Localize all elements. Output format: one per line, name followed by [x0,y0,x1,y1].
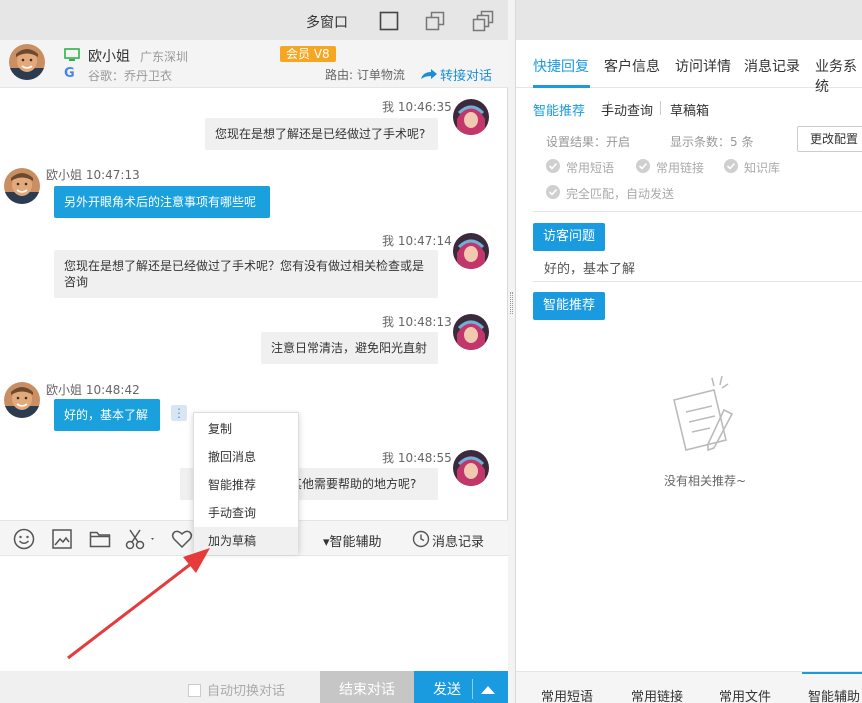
visitor-question-text: 好的，基本了解 [544,262,636,277]
check-icon[interactable] [546,159,560,173]
menu-item-recall[interactable]: 撤回消息 [194,443,298,471]
customer-header: 欧小姐 广东深圳 G 谷歌：乔丹卫衣 会员 V8 路由: 订单物流 转接对话 [0,40,508,88]
customer-source: 谷歌：乔丹卫衣 [88,69,173,83]
desktop-icon [64,48,80,62]
active-tab-indicator [533,85,590,88]
side-panel-titlebar [516,0,862,40]
end-chat-button[interactable]: 结束对话 [320,671,414,703]
customer-avatar [4,168,40,204]
more-options-icon[interactable]: ⋮ [171,405,187,421]
maximize-icon[interactable] [378,10,400,32]
context-menu: 复制 撤回消息 智能推荐 手动查询 加为草稿 [193,412,299,555]
customer-location: 广东深圳 [140,50,189,64]
message-meta: 欧小姐 10:47:13 [46,168,140,182]
check-icon[interactable] [724,159,738,173]
subtab-divider [660,101,661,115]
message-bubble[interactable]: 您现在是想了解还是已经做过了手术呢？您有没有做过相关检查或是咨询 [54,250,438,298]
agent-avatar [453,450,489,486]
transfer-chat-button[interactable]: 转接对话 [440,65,492,84]
google-icon: G [64,66,75,81]
subtab-manual-query-label: 手动查询 [601,104,654,119]
smart-recommend-button[interactable]: 智能推荐 [533,292,606,320]
agent-avatar [453,314,489,350]
auto-switch-label[interactable]: 自动切换对话 [207,680,285,699]
message-meta: 我 10:48:55 [382,451,452,465]
folder-icon[interactable] [88,527,112,551]
divider [533,281,862,282]
bottom-tab-indicator [802,672,862,674]
option-common-phrases[interactable]: 常用短语 [566,159,614,176]
message-meta: 我 10:46:35 [382,100,452,114]
side-panel-bottom-tabs: 常用短语 常用链接 常用文件 智能辅助 [516,671,862,703]
option-knowledge-base[interactable]: 知识库 [744,159,780,176]
vip-badge: 会员 V8 [280,46,336,62]
transfer-icon[interactable] [420,68,438,80]
menu-item-copy[interactable]: 复制 [194,415,298,443]
tab-customer-info[interactable]: 客户信息 [604,56,660,76]
message-meta: 欧小姐 10:48:42 [46,383,140,397]
screenshot-scissors-icon[interactable] [124,527,158,551]
menu-item-smart-recommend[interactable]: 智能推荐 [194,471,298,499]
divider [533,211,862,212]
emoji-icon[interactable] [12,527,36,551]
agent-avatar [453,99,489,135]
send-button[interactable]: 发送 [414,671,508,703]
tab-quick-reply[interactable]: 快捷回复 [533,56,589,76]
empty-state-text: 没有相关推荐~ [664,474,747,488]
menu-item-manual-query[interactable]: 手动查询 [194,499,298,527]
restore-icon[interactable] [424,10,446,32]
message-history-button[interactable]: 消息记录 [432,531,484,550]
empty-document-icon [664,370,744,460]
change-config-button[interactable]: 更改配置 [797,126,862,152]
window-titlebar: 多窗口 [0,0,508,40]
option-exact-match-auto-send[interactable]: 完全匹配，自动发送 [566,185,674,202]
bottom-tab-common-phrases[interactable]: 常用短语 [541,686,593,703]
tab-visit-details[interactable]: 访问详情 [675,56,731,76]
panel-splitter[interactable] [508,0,516,703]
customer-avatar [4,382,40,418]
image-icon[interactable] [50,527,74,551]
bottom-tab-common-links[interactable]: 常用链接 [631,686,683,703]
subtab-smart-recommend[interactable]: 智能推荐 [533,100,585,119]
message-meta: 我 10:47:14 [382,234,452,248]
setting-result: 设置结果：开启 [546,135,631,149]
customer-avatar[interactable] [9,44,45,80]
heart-icon[interactable] [170,527,194,551]
smart-assist-toggle[interactable]: ▾智能辅助 [323,531,382,550]
display-count: 显示条数：5 条 [670,135,754,149]
option-common-links[interactable]: 常用链接 [656,159,704,176]
message-bubble[interactable]: 好的，基本了解 [54,399,160,431]
menu-item-add-draft[interactable]: 加为草稿 [194,527,298,555]
send-bar: 自动切换对话 结束对话 发送 [0,671,508,703]
check-icon[interactable] [546,185,560,199]
message-input[interactable] [0,556,508,671]
agent-avatar [453,233,489,269]
send-label: 发送 [433,682,461,698]
chat-panel: 多窗口 欧小姐 广东深圳 G 谷歌：乔丹卫衣 会员 V8 路由: 订单物流 转接… [0,0,508,703]
tab-message-records[interactable]: 消息记录 [744,56,800,76]
side-panel: 快捷回复 客户信息 访问详情 消息记录 业务系统 智能推荐 手动查询 草稿箱 设… [516,0,862,703]
send-divider [472,679,473,699]
customer-name: 欧小姐 [88,49,130,65]
auto-switch-checkbox[interactable] [188,684,201,697]
visitor-question-button[interactable]: 访客问题 [533,223,606,251]
bottom-tab-common-files[interactable]: 常用文件 [719,686,771,703]
check-icon[interactable] [636,159,650,173]
route-label: 路由: 订单物流 [325,68,405,82]
clock-icon[interactable] [412,530,430,548]
subtab-manual-query[interactable]: 手动查询 [601,100,653,119]
message-bubble[interactable]: 另外开眼角术后的注意事项有哪些呢 [54,186,270,218]
tab-business-system[interactable]: 业务系统 [815,56,862,96]
message-bubble[interactable]: 注意日常清洁，避免阳光直射 [261,332,438,364]
send-options-icon[interactable] [481,686,495,694]
cascade-windows-icon[interactable] [472,10,494,32]
subtab-drafts[interactable]: 草稿箱 [670,100,709,119]
message-meta: 我 10:48:13 [382,315,452,329]
bottom-tab-smart-assist[interactable]: 智能辅助 [808,686,860,703]
side-panel-tabs: 快捷回复 客户信息 访问详情 消息记录 业务系统 [516,40,862,95]
splitter-grip-icon[interactable] [510,292,513,314]
message-bubble[interactable]: 您现在是想了解还是已经做过了手术呢? [205,118,438,150]
multi-window-label[interactable]: 多窗口 [306,12,348,32]
